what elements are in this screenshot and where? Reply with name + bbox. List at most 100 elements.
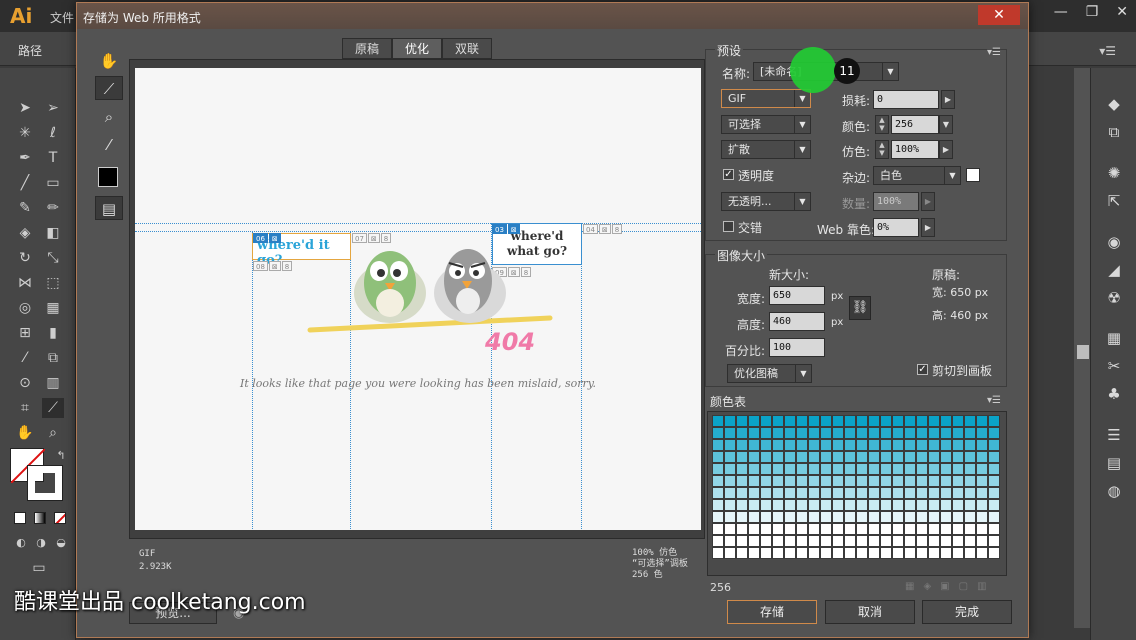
color-swatch[interactable] xyxy=(928,499,940,511)
color-swatch[interactable] xyxy=(856,463,868,475)
transparency-dither-dropdown[interactable]: 无透明... ▼ xyxy=(721,192,811,211)
color-swatch[interactable] xyxy=(760,547,772,559)
color-swatch[interactable] xyxy=(880,511,892,523)
gradient-icon[interactable]: ▤ xyxy=(1103,453,1125,473)
color-swatch[interactable] xyxy=(904,487,916,499)
percent-input[interactable]: 100 xyxy=(769,338,825,357)
color-swatch[interactable] xyxy=(844,463,856,475)
mesh-tool-icon[interactable]: ⊞ xyxy=(14,323,36,343)
color-swatch[interactable] xyxy=(892,427,904,439)
color-swatch[interactable] xyxy=(712,511,724,523)
pencil-tool-icon[interactable]: ✏ xyxy=(42,198,64,218)
color-swatch[interactable] xyxy=(820,415,832,427)
color-swatch[interactable] xyxy=(952,451,964,463)
color-swatch[interactable] xyxy=(856,523,868,535)
color-swatch[interactable] xyxy=(916,415,928,427)
color-swatch[interactable] xyxy=(760,415,772,427)
brushes-icon[interactable]: ✂ xyxy=(1103,356,1125,376)
presets-menu-icon[interactable]: ▾☰ xyxy=(987,47,1001,58)
hand-tool-icon[interactable]: ✋ xyxy=(95,49,123,73)
color-swatch[interactable] xyxy=(940,415,952,427)
color-swatch[interactable] xyxy=(712,463,724,475)
color-swatch[interactable] xyxy=(844,415,856,427)
color-swatch[interactable] xyxy=(988,463,1000,475)
color-swatch[interactable] xyxy=(988,427,1000,439)
slice-tag-04[interactable]: 04 ⊠ 8 xyxy=(583,224,623,234)
color-swatch[interactable] xyxy=(880,535,892,547)
color-swatch[interactable] xyxy=(712,475,724,487)
clip-to-artboard-checkbox[interactable]: ✓ xyxy=(917,364,928,375)
color-swatch[interactable] xyxy=(964,499,976,511)
stroke-color-swatch[interactable] xyxy=(27,465,63,501)
color-swatch[interactable] xyxy=(964,415,976,427)
color-swatch[interactable] xyxy=(808,511,820,523)
color-swatch[interactable] xyxy=(772,523,784,535)
color-swatch[interactable] xyxy=(856,475,868,487)
color-swatch[interactable] xyxy=(748,535,760,547)
web-shift-icon[interactable]: ◈ xyxy=(923,581,940,592)
color-swatch[interactable] xyxy=(844,499,856,511)
color-swatch[interactable] xyxy=(772,427,784,439)
control-bar-menu-icon[interactable]: ▾☰ xyxy=(1099,44,1116,58)
color-swatch[interactable] xyxy=(940,547,952,559)
color-swatch[interactable] xyxy=(904,475,916,487)
symbols-icon[interactable]: ♣ xyxy=(1103,384,1125,404)
color-swatch[interactable] xyxy=(844,547,856,559)
color-swatch[interactable] xyxy=(856,535,868,547)
color-swatch[interactable] xyxy=(724,427,736,439)
color-swatch[interactable] xyxy=(712,427,724,439)
color-swatch[interactable] xyxy=(844,451,856,463)
dither-algorithm-dropdown[interactable]: 扩散 ▼ xyxy=(721,140,811,159)
color-swatch[interactable] xyxy=(856,427,868,439)
color-swatch[interactable] xyxy=(880,439,892,451)
color-swatch[interactable] xyxy=(760,523,772,535)
color-swatch[interactable] xyxy=(952,523,964,535)
color-swatch[interactable] xyxy=(880,463,892,475)
color-swatch[interactable] xyxy=(820,499,832,511)
color-swatch[interactable] xyxy=(868,487,880,499)
color-swatch[interactable] xyxy=(724,475,736,487)
color-swatch[interactable] xyxy=(880,499,892,511)
loss-input[interactable]: 0 xyxy=(873,90,939,109)
dialog-title-bar[interactable] xyxy=(77,3,1028,29)
color-swatch[interactable] xyxy=(736,475,748,487)
color-mode-icon[interactable] xyxy=(14,512,26,524)
color-swatch[interactable] xyxy=(964,439,976,451)
selection-tool-icon[interactable]: ➤ xyxy=(14,98,36,118)
color-swatch[interactable] xyxy=(952,487,964,499)
color-swatch[interactable] xyxy=(988,523,1000,535)
cancel-button[interactable]: 取消 xyxy=(825,600,915,624)
color-swatch[interactable] xyxy=(736,511,748,523)
color-swatch[interactable] xyxy=(772,511,784,523)
color-swatch[interactable] xyxy=(820,487,832,499)
color-swatch[interactable] xyxy=(784,487,796,499)
dither-slider-button[interactable]: ▶ xyxy=(939,140,953,159)
color-swatch[interactable] xyxy=(808,451,820,463)
color-swatch[interactable] xyxy=(928,487,940,499)
color-swatch[interactable] xyxy=(940,475,952,487)
color-swatch[interactable] xyxy=(832,475,844,487)
color-swatch[interactable] xyxy=(880,547,892,559)
color-swatch[interactable] xyxy=(724,451,736,463)
color-swatch[interactable] xyxy=(940,463,952,475)
eraser-tool-icon[interactable]: ◧ xyxy=(42,223,64,243)
color-swatch[interactable] xyxy=(784,475,796,487)
eyedropper-tool-icon[interactable]: ⁄ xyxy=(95,133,123,157)
color-swatch[interactable] xyxy=(808,523,820,535)
color-swatch[interactable] xyxy=(760,463,772,475)
color-swatch[interactable] xyxy=(796,475,808,487)
color-swatch[interactable] xyxy=(796,439,808,451)
eyedropper-color-swatch[interactable] xyxy=(98,167,118,187)
color-swatch[interactable] xyxy=(832,547,844,559)
color-swatch[interactable] xyxy=(712,523,724,535)
color-swatch[interactable] xyxy=(796,451,808,463)
rectangle-tool-icon[interactable]: ▭ xyxy=(42,173,64,193)
artboards-icon[interactable]: ⧉ xyxy=(1103,122,1125,142)
tab-optimized[interactable]: 优化 xyxy=(392,38,443,59)
zoom-tool-icon[interactable]: ⌕ xyxy=(42,423,64,443)
color-swatch[interactable] xyxy=(976,415,988,427)
color-swatch[interactable] xyxy=(916,439,928,451)
color-swatch[interactable] xyxy=(724,523,736,535)
color-swatch[interactable] xyxy=(748,439,760,451)
color-swatch[interactable] xyxy=(904,523,916,535)
